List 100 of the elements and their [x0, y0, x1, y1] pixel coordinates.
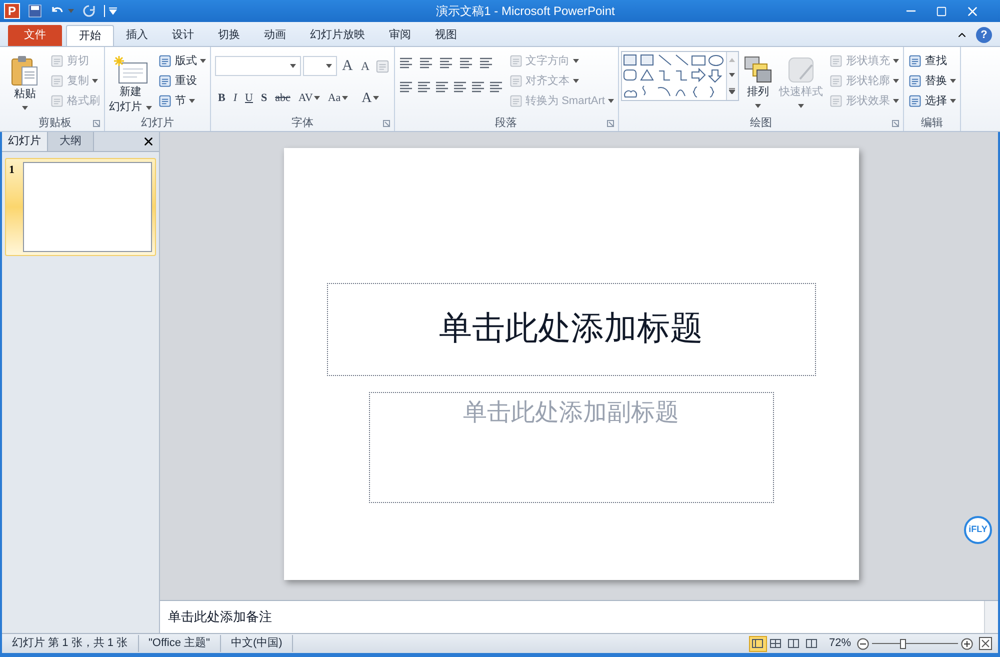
new-slide-icon	[112, 55, 148, 85]
caret-icon	[892, 79, 899, 83]
caret-icon	[189, 99, 195, 103]
ribbon-small-button[interactable]: 版式	[156, 51, 208, 71]
ribbon-small-button[interactable]: 节	[156, 91, 208, 111]
align-center-icon[interactable]	[416, 81, 431, 93]
decrease-indent-icon[interactable]	[438, 57, 453, 69]
normal-view-button[interactable]	[748, 636, 767, 652]
font-format-button[interactable]: B	[215, 90, 228, 106]
caret-icon	[68, 9, 74, 13]
tool-icon	[158, 94, 172, 108]
ribbon-tab[interactable]: 设计	[160, 25, 206, 46]
ribbon-large-button[interactable]: 新建 幻灯片	[107, 51, 154, 115]
view-icon	[806, 639, 818, 648]
ribbon-large-button[interactable]: 粘贴	[8, 51, 42, 110]
ribbon-small-button[interactable]: 重设	[156, 71, 208, 91]
panel-tab[interactable]: 幻灯片	[2, 132, 48, 151]
caret-icon	[572, 59, 579, 63]
group-label: 段落	[495, 116, 518, 131]
notes-scrollbar[interactable]	[984, 601, 998, 633]
ribbon-tab[interactable]: 视图	[423, 25, 469, 46]
ribbon-tab[interactable]: 幻灯片放映	[298, 25, 377, 46]
zoom-level[interactable]: 72%	[828, 635, 851, 652]
shape-gallery-drawing[interactable]	[622, 52, 726, 100]
clear-formatting-icon	[374, 58, 390, 74]
font-name-field[interactable]	[215, 56, 301, 76]
group-label: 编辑	[920, 116, 943, 131]
bullet-list-icon[interactable]	[398, 57, 413, 69]
quick-styles-icon	[786, 55, 816, 85]
align-right-icon[interactable]	[434, 81, 449, 93]
zoom-slider-thumb[interactable]	[900, 638, 906, 648]
panel-tab[interactable]: 大纲	[48, 132, 94, 151]
gallery-scrollbar[interactable]	[726, 52, 738, 100]
dialog-launcher-icon[interactable]	[892, 120, 899, 127]
maximize-icon[interactable]	[936, 6, 947, 16]
font-format-button[interactable]: I	[230, 90, 240, 106]
caret-icon	[892, 59, 899, 63]
help-button[interactable]: ?	[976, 27, 992, 43]
status-text: 幻灯片 第 1 张，共 1 张	[2, 635, 139, 652]
font-format-button[interactable]: U	[242, 90, 256, 106]
tool-icon	[50, 54, 64, 68]
title-placeholder-text: 单击此处添加标题	[439, 310, 703, 349]
dialog-launcher-icon[interactable]	[93, 120, 100, 127]
save-icon[interactable]	[28, 4, 42, 18]
tool-icon	[158, 74, 172, 88]
distribute-icon[interactable]	[470, 81, 485, 93]
tool-icon	[50, 94, 64, 108]
close-panel-icon[interactable]	[142, 135, 155, 148]
tool-icon	[828, 94, 843, 108]
shrink-font-button[interactable]: A	[358, 57, 373, 76]
slide-thumbnail[interactable]	[23, 162, 152, 252]
view-icon	[788, 639, 800, 648]
font-format-button[interactable]: abc	[272, 90, 294, 106]
increase-indent-icon[interactable]	[458, 57, 473, 69]
ribbon-tab[interactable]: 开始	[66, 25, 114, 46]
font-format-button[interactable]: A	[358, 88, 382, 108]
ribbon-tab[interactable]: 插入	[114, 25, 160, 46]
caret-icon	[572, 79, 579, 83]
font-size-field[interactable]	[303, 56, 337, 76]
caret-icon	[754, 104, 761, 108]
font-format-button[interactable]: Aa	[324, 90, 351, 106]
tool-icon	[50, 74, 64, 88]
clipboard-icon	[10, 55, 40, 87]
justify-icon[interactable]	[452, 81, 467, 93]
ribbon-small-button[interactable]: 选择	[906, 91, 958, 111]
zoom-out-icon[interactable]	[857, 638, 869, 650]
notes-pane[interactable]: 单击此处添加备注	[160, 601, 998, 633]
slide-thumbnail-row[interactable]: 1	[5, 158, 156, 256]
tool-icon	[828, 54, 843, 68]
ribbon-small-button[interactable]: 替换	[906, 71, 958, 91]
ribbon-tab[interactable]: 审阅	[377, 25, 423, 46]
view-icon	[752, 639, 764, 648]
grow-font-button[interactable]: A	[339, 55, 356, 78]
dialog-launcher-icon[interactable]	[606, 120, 614, 127]
customize-toolbar-icon[interactable]	[109, 7, 117, 15]
title-placeholder[interactable]: 单击此处添加标题	[326, 283, 816, 376]
caret-icon	[798, 104, 804, 108]
font-format-button[interactable]: S	[258, 90, 270, 106]
tool-icon	[158, 54, 172, 68]
tool-icon	[908, 54, 922, 68]
columns-icon[interactable]	[488, 81, 503, 93]
dialog-launcher-icon[interactable]	[382, 120, 390, 127]
ribbon-small-button[interactable]: 查找	[906, 51, 958, 71]
line-spacing-icon[interactable]	[478, 57, 493, 69]
font-format-button[interactable]: AV	[295, 90, 323, 106]
arrange-icon	[742, 55, 773, 85]
ribbon-tab[interactable]: 动画	[252, 25, 298, 46]
ribbon-large-button[interactable]: 排列	[740, 51, 775, 108]
numbered-list-icon[interactable]	[418, 57, 433, 69]
zoom-in-icon[interactable]	[961, 638, 973, 650]
ribbon-tab[interactable]: 切换	[206, 25, 252, 46]
redo-icon[interactable]	[82, 4, 96, 18]
more-icon[interactable]	[729, 88, 736, 94]
align-left-icon[interactable]	[398, 81, 413, 93]
scroll-down-icon[interactable]	[729, 72, 736, 77]
caret-icon	[92, 79, 98, 83]
ribbon-tab[interactable]: 文件	[8, 25, 62, 46]
fit-to-window-icon[interactable]	[979, 637, 992, 650]
caret-icon	[146, 106, 152, 110]
tool-icon	[828, 74, 843, 88]
